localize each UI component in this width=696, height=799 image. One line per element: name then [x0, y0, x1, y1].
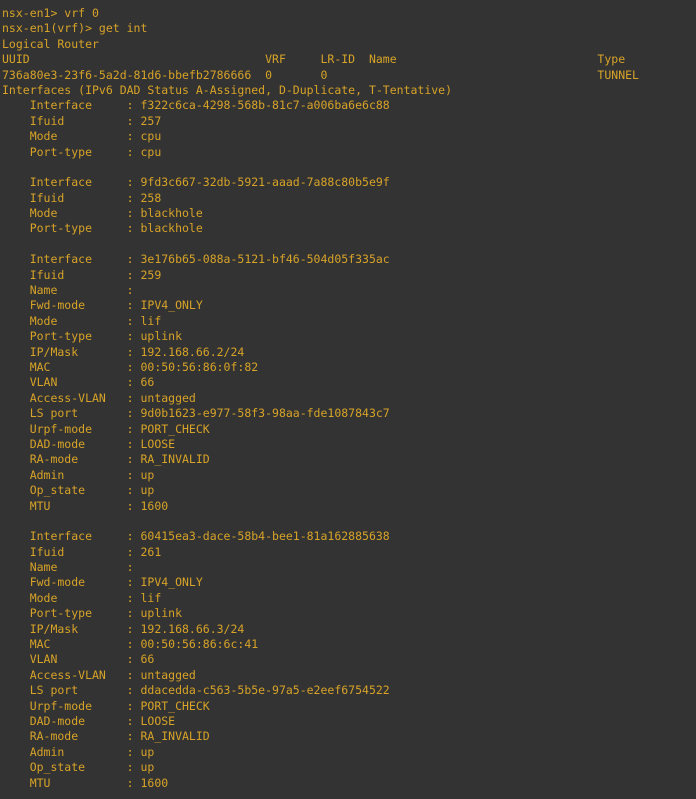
interface-field-mode: Mode : lif — [2, 313, 162, 328]
interface-field-ls-port: LS port : 9d0b1623-e977-58f3-98aa-fde108… — [2, 406, 390, 421]
prompt-line: nsx-en1(vrf)> get int — [2, 21, 148, 36]
interface-field-admin: Admin : up — [2, 744, 155, 759]
interface-field-urpf-mode: Urpf-mode : PORT_CHECK — [2, 698, 210, 713]
interface-field-ip-mask: IP/Mask : 192.168.66.3/24 — [2, 621, 245, 636]
router-table-row: 736a80e3-23f6-5a2d-81d6-bbefb2786666 0 0… — [2, 67, 639, 82]
interface-field-ifuid: Ifuid : 261 — [2, 544, 162, 559]
interface-field-fwd-mode: Fwd-mode : IPV4_ONLY — [2, 298, 203, 313]
interface-field-interface: Interface : f322c6ca-4298-568b-81c7-a006… — [2, 98, 390, 113]
interface-field-interface: Interface : 3e176b65-088a-5121-bf46-504d… — [2, 252, 390, 267]
interface-field-mac: MAC : 00:50:56:86:0f:82 — [2, 359, 259, 374]
interface-field-interface: Interface : 60415ea3-dace-58b4-bee1-81a1… — [2, 529, 390, 544]
interface-field-ifuid: Ifuid : 257 — [2, 113, 162, 128]
interface-field-op-state: Op_state : up — [2, 760, 155, 775]
interface-field-dad-mode: DAD-mode : LOOSE — [2, 713, 176, 728]
interface-field-op-state: Op_state : up — [2, 483, 155, 498]
interface-field-mode: Mode : lif — [2, 590, 162, 605]
interface-field-ifuid: Ifuid : 258 — [2, 190, 162, 205]
interface-field-ifuid: Ifuid : 259 — [2, 267, 162, 282]
interfaces-section-heading: Interfaces (IPv6 DAD Status A-Assigned, … — [2, 82, 453, 97]
interface-field-name: Name : — [2, 560, 141, 575]
interface-field-admin: Admin : up — [2, 467, 155, 482]
interface-field-access-vlan: Access-VLAN : untagged — [2, 390, 196, 405]
interface-field-mtu: MTU : 1600 — [2, 498, 169, 513]
interface-field-ra-mode: RA-mode : RA_INVALID — [2, 729, 210, 744]
interface-field-ls-port: LS port : ddacedda-c563-5b5e-97a5-e2eef6… — [2, 683, 390, 698]
interface-field-mac: MAC : 00:50:56:86:6c:41 — [2, 637, 259, 652]
router-table-header: UUID VRF LR-ID Name Type — [2, 52, 626, 67]
interface-field-urpf-mode: Urpf-mode : PORT_CHECK — [2, 421, 210, 436]
interface-field-mode: Mode : cpu — [2, 129, 162, 144]
interface-field-vlan: VLAN : 66 — [2, 375, 155, 390]
interface-field-port-type: Port-type : cpu — [2, 144, 162, 159]
logical-router-heading: Logical Router — [2, 36, 99, 51]
interface-field-mtu: MTU : 1600 — [2, 775, 169, 790]
interface-field-port-type: Port-type : uplink — [2, 606, 183, 621]
interface-field-dad-mode: DAD-mode : LOOSE — [2, 436, 176, 451]
interface-field-mode: Mode : blackhole — [2, 206, 203, 221]
terminal-output-pane[interactable]: nsx-en1> vrf 0 nsx-en1(vrf)> get int Logic… — [0, 0, 696, 799]
interface-field-fwd-mode: Fwd-mode : IPV4_ONLY — [2, 575, 203, 590]
interface-field-port-type: Port-type : uplink — [2, 329, 183, 344]
interface-field-vlan: VLAN : 66 — [2, 652, 155, 667]
interface-field-ip-mask: IP/Mask : 192.168.66.2/24 — [2, 344, 245, 359]
interface-field-ra-mode: RA-mode : RA_INVALID — [2, 452, 210, 467]
prompt-line: nsx-en1> vrf 0 — [2, 6, 99, 20]
interface-field-interface: Interface : 9fd3c667-32db-5921-aaad-7a88… — [2, 175, 390, 190]
interface-field-name: Name : — [2, 283, 141, 298]
interface-field-port-type: Port-type : blackhole — [2, 221, 203, 236]
interface-field-access-vlan: Access-VLAN : untagged — [2, 667, 196, 682]
